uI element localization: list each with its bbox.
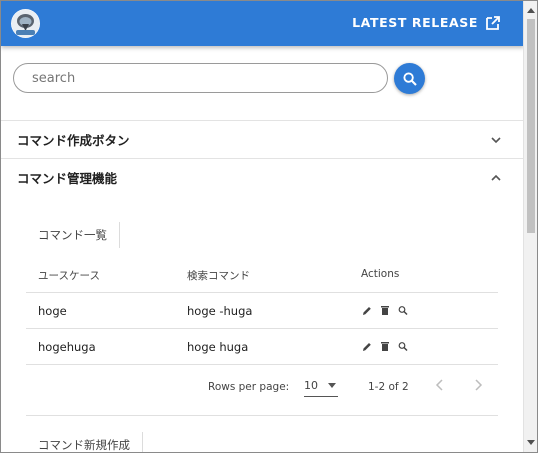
search-bar: [13, 63, 513, 95]
search-input[interactable]: [13, 63, 388, 93]
latest-release-label: LATEST RELEASE: [352, 15, 478, 30]
delete-icon[interactable]: [380, 305, 390, 316]
row-actions: [362, 341, 408, 352]
tab-label: コマンド新規作成: [38, 438, 130, 452]
app-window: LATEST RELEASE コマンド作成ボタン コマンド管理機: [0, 0, 538, 453]
column-header-usecase: ユースケース: [38, 270, 100, 282]
search-icon: [402, 71, 417, 86]
command-cell: hoge -huga: [187, 304, 253, 318]
app-bar: LATEST RELEASE: [1, 1, 524, 46]
section-divider: [26, 415, 498, 416]
scroll-up-icon[interactable]: [524, 3, 537, 17]
table-row: hogehuga hoge huga: [26, 328, 498, 364]
open-in-new-icon: [486, 15, 500, 30]
usecase-cell: hoge: [38, 304, 67, 318]
vertical-scrollbar[interactable]: [523, 1, 537, 452]
next-page-icon[interactable]: [472, 378, 484, 392]
chevron-up-icon[interactable]: [489, 171, 503, 185]
usecase-cell: hogehuga: [38, 340, 96, 354]
pagination-range: 1-2 of 2: [368, 381, 409, 393]
panel-title: コマンド作成ボタン: [17, 133, 130, 148]
search-button[interactable]: [394, 63, 425, 94]
table-pagination: Rows per page: 10 1-2 of 2: [26, 364, 498, 408]
rows-per-page-value: 10: [304, 379, 318, 392]
rows-per-page-select[interactable]: 10: [304, 375, 338, 397]
table-row: hoge hoge -huga: [26, 292, 498, 328]
latest-release-link[interactable]: LATEST RELEASE: [352, 15, 500, 30]
search-icon[interactable]: [398, 341, 408, 352]
chevron-down-icon[interactable]: [489, 133, 503, 147]
delete-icon[interactable]: [380, 341, 390, 352]
column-header-command: 検索コマンド: [187, 270, 250, 282]
search-icon[interactable]: [398, 305, 408, 316]
robot-logo-icon[interactable]: [11, 9, 40, 38]
main-content: コマンド作成ボタン コマンド管理機能 コマンド一覧 ユースケース 検索コマンド …: [1, 46, 524, 452]
tab-label: コマンド一覧: [38, 228, 107, 242]
panel-title: コマンド管理機能: [17, 171, 118, 186]
tab-command-list[interactable]: コマンド一覧: [26, 222, 120, 248]
rows-per-page-label: Rows per page:: [208, 381, 290, 393]
tab-command-create[interactable]: コマンド新規作成: [26, 432, 143, 452]
edit-icon[interactable]: [362, 341, 372, 352]
scroll-thumb[interactable]: [527, 19, 535, 233]
panel-command-buttons[interactable]: コマンド作成ボタン: [1, 120, 524, 158]
scroll-down-icon[interactable]: [524, 436, 537, 450]
panel-command-management[interactable]: コマンド管理機能: [1, 158, 524, 196]
caret-down-icon: [328, 383, 336, 388]
previous-page-icon[interactable]: [434, 378, 446, 392]
edit-icon[interactable]: [362, 305, 372, 316]
row-actions: [362, 305, 408, 316]
column-header-actions: Actions: [361, 268, 400, 280]
command-cell: hoge huga: [187, 340, 249, 354]
